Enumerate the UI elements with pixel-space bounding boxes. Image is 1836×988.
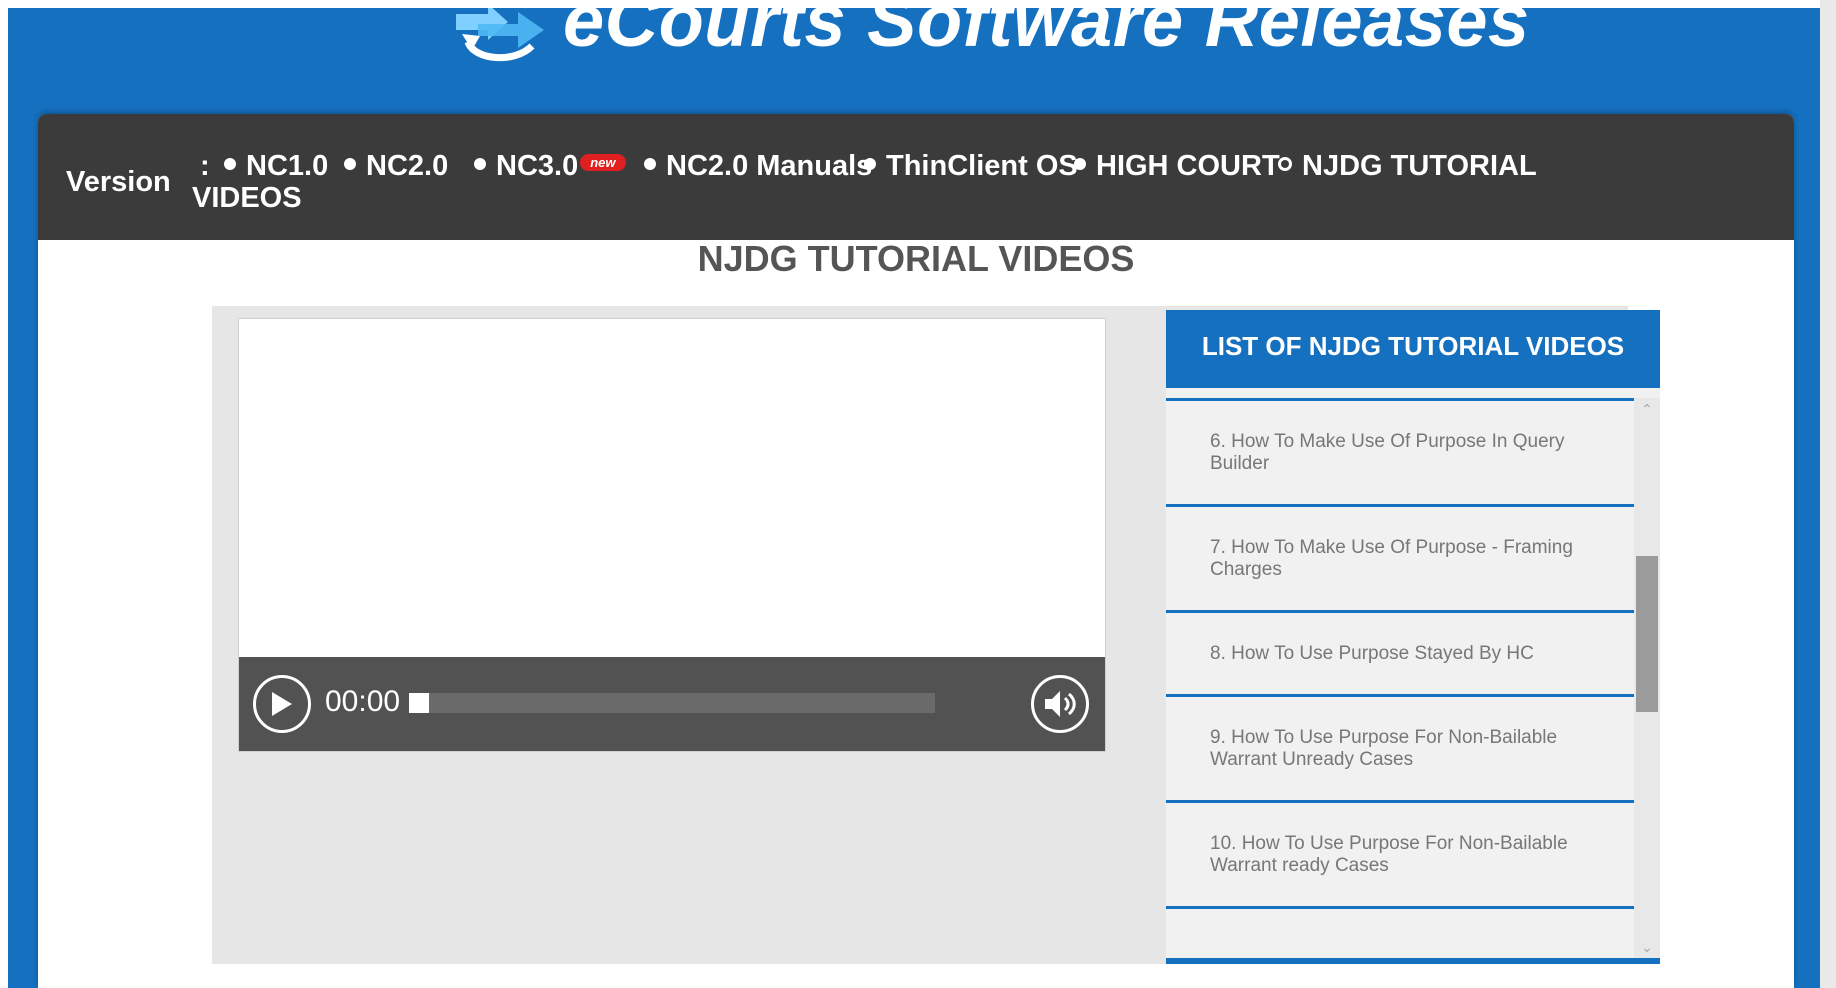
playlist-item-10[interactable]: 10. How To Use Purpose For Non-Bailable … <box>1166 800 1634 906</box>
video-screen[interactable] <box>239 319 1105 657</box>
nav-item-njdg-tutorial[interactable]: NJDG TUTORIAL <box>1278 150 1537 183</box>
progress-handle[interactable] <box>409 693 429 713</box>
scroll-down-arrow-icon[interactable]: ⌄ <box>1634 936 1660 958</box>
nav-item-nc2-manuals[interactable]: NC2.0 Manuals <box>644 150 872 183</box>
play-button[interactable] <box>253 675 311 733</box>
bullet-icon <box>344 158 356 171</box>
playlist-footer-line <box>1166 958 1660 964</box>
playlist-item-9[interactable]: 9. How To Use Purpose For Non-Bailable W… <box>1166 694 1634 800</box>
volume-button[interactable] <box>1031 675 1089 733</box>
nav-item-nc1[interactable]: NC1.0 <box>224 150 328 183</box>
content-area: 00:00 LIST OF NJDG TUTORIAL VIDEOS 6. Ho… <box>212 306 1660 964</box>
bullet-icon <box>1074 158 1086 171</box>
ecourts-logo-icon <box>456 8 544 62</box>
bullet-open-icon <box>1278 157 1292 172</box>
playlist-header: LIST OF NJDG TUTORIAL VIDEOS <box>1166 310 1660 388</box>
time-display: 00:00 <box>325 685 401 718</box>
player-controls: 00:00 <box>239 657 1105 751</box>
playlist-scrollbar[interactable]: ⌃ ⌄ <box>1634 398 1660 958</box>
new-badge: new <box>580 154 626 171</box>
playlist-panel: LIST OF NJDG TUTORIAL VIDEOS 6. How To M… <box>1166 310 1660 964</box>
main-card: Version : NC1.0 NC2.0 NC3.0 new NC2.0 Man… <box>38 114 1794 988</box>
volume-icon <box>1045 691 1076 717</box>
playlist-items: 6. How To Make Use Of Purpose In Query B… <box>1166 398 1634 909</box>
playlist-scroll-area[interactable]: 6. How To Make Use Of Purpose In Query B… <box>1166 398 1660 958</box>
list-divider <box>1166 906 1634 909</box>
video-player[interactable]: 00:00 <box>238 318 1106 752</box>
scroll-up-arrow-icon[interactable]: ⌃ <box>1634 398 1660 420</box>
bullet-icon <box>224 158 236 171</box>
playlist-item-8[interactable]: 8. How To Use Purpose Stayed By HC <box>1166 610 1634 694</box>
window-edge <box>1820 0 1836 988</box>
playlist-item-6[interactable]: 6. How To Make Use Of Purpose In Query B… <box>1166 398 1634 504</box>
version-navbar: Version : NC1.0 NC2.0 NC3.0 new NC2.0 Man… <box>38 114 1794 240</box>
version-label: Version <box>66 166 171 198</box>
nav-item-njdg-tutorial-wrap[interactable]: VIDEOS <box>192 182 302 215</box>
page-title: NJDG TUTORIAL VIDEOS <box>697 238 1135 279</box>
site-banner: eCourts Software Releases <box>8 8 1820 116</box>
progress-bar[interactable] <box>409 693 935 713</box>
version-separator: : <box>200 150 210 182</box>
nav-item-nc3[interactable]: NC3.0 new <box>474 150 626 183</box>
site-title: eCourts Software Releases <box>563 8 1530 62</box>
playlist-item-7[interactable]: 7. How To Make Use Of Purpose - Framing … <box>1166 504 1634 610</box>
bullet-icon <box>644 158 656 171</box>
play-icon <box>272 692 292 716</box>
scrollbar-thumb[interactable] <box>1636 556 1658 712</box>
bullet-icon <box>474 158 486 171</box>
nav-item-high-court[interactable]: HIGH COURT <box>1074 150 1280 183</box>
nav-item-nc2[interactable]: NC2.0 <box>344 150 448 183</box>
bullet-icon <box>864 158 876 171</box>
nav-item-thinclient-os[interactable]: ThinClient OS <box>864 150 1078 183</box>
